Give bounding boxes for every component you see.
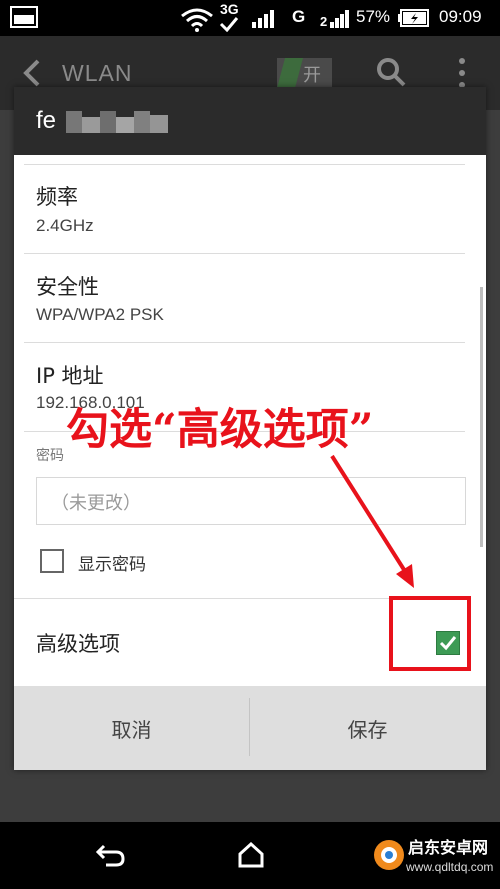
dialog-header: fe bbox=[14, 87, 486, 155]
watermark-url: www.qdltdq.com bbox=[406, 860, 494, 874]
ip-address-label: IP 地址 bbox=[36, 364, 104, 388]
wlan-toggle[interactable]: 开 bbox=[277, 58, 332, 88]
security-value: WPA/WPA2 PSK bbox=[36, 305, 164, 324]
scrollbar[interactable] bbox=[480, 287, 483, 547]
home-icon[interactable] bbox=[238, 841, 264, 872]
security-label: 安全性 bbox=[36, 275, 99, 299]
annotation-text: 勾选“高级选项” bbox=[66, 405, 374, 455]
frequency-label: 频率 bbox=[36, 185, 78, 209]
annotation-highlight-box bbox=[389, 596, 471, 671]
back-icon[interactable] bbox=[95, 842, 126, 872]
advanced-options-label: 高级选项 bbox=[36, 632, 120, 656]
toggle-stripe bbox=[277, 58, 304, 88]
network-3g-label: 3G bbox=[220, 1, 239, 17]
divider bbox=[24, 342, 465, 343]
password-label: 密码 bbox=[36, 448, 64, 464]
gallery-icon bbox=[10, 6, 38, 32]
blurred-name bbox=[66, 111, 82, 133]
cancel-label: 取消 bbox=[111, 717, 152, 742]
show-password-checkbox[interactable] bbox=[40, 549, 64, 573]
signal-icon bbox=[252, 10, 278, 32]
clock: 09:09 bbox=[439, 7, 482, 26]
annotation-arrow bbox=[330, 454, 414, 588]
watermark: 启东安卓网 www.qdltdq.com bbox=[372, 828, 498, 886]
page-title: WLAN bbox=[62, 60, 133, 86]
divider bbox=[24, 253, 465, 254]
wifi-icon bbox=[180, 6, 214, 36]
watermark-text: 启东安卓网 bbox=[408, 838, 489, 857]
blurred-name bbox=[116, 117, 134, 133]
frequency-value: 2.4GHz bbox=[36, 216, 94, 235]
blurred-name bbox=[100, 111, 116, 133]
battery-charging-icon bbox=[398, 8, 430, 32]
status-bar: 3G G 2 57% 09:09 bbox=[0, 0, 500, 36]
divider bbox=[24, 164, 465, 165]
check-icon bbox=[219, 16, 239, 36]
watermark-logo-icon bbox=[374, 840, 404, 870]
blurred-name bbox=[150, 115, 168, 133]
blurred-name bbox=[82, 117, 100, 133]
signal-2-icon: 2 bbox=[320, 10, 350, 32]
save-button[interactable]: 保存 bbox=[250, 686, 485, 770]
network-name: fe bbox=[36, 107, 57, 134]
show-password-label: 显示密码 bbox=[78, 555, 146, 575]
toggle-label: 开 bbox=[303, 65, 321, 86]
dialog-button-bar: 取消 保存 bbox=[14, 686, 486, 770]
save-label: 保存 bbox=[347, 717, 388, 742]
blurred-name bbox=[134, 111, 150, 133]
cancel-button[interactable]: 取消 bbox=[14, 686, 249, 770]
svg-text:2: 2 bbox=[320, 14, 327, 28]
network-g-label: G bbox=[292, 7, 306, 26]
battery-percent: 57% bbox=[356, 7, 391, 26]
password-placeholder: （未更改） bbox=[51, 493, 141, 514]
